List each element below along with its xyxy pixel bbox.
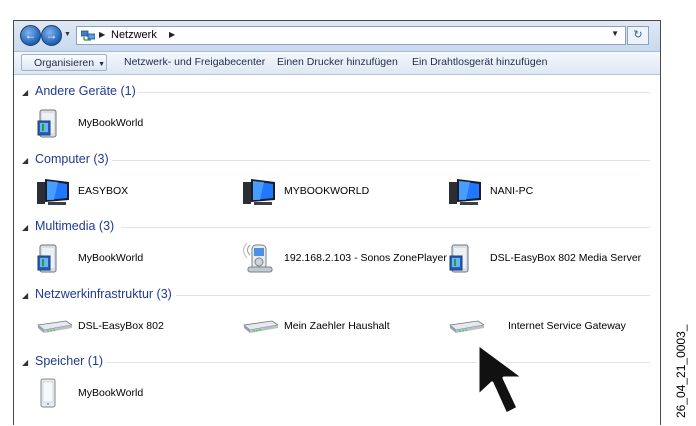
device-label: Internet Service Gateway [508, 320, 626, 332]
device-label: NANI-PC [490, 185, 534, 197]
group-divider [122, 227, 650, 228]
address-field[interactable]: ▶ Netzwerk ▶ ▼ [76, 26, 626, 45]
chevron-down-icon: ▼ [98, 61, 106, 68]
mouse-pointer-icon [476, 342, 526, 416]
group-divider [112, 160, 650, 161]
organize-button[interactable]: Organisieren ▼ [21, 54, 107, 71]
router-icon [243, 320, 278, 333]
device-label: Mein Zaehler Haushalt [284, 320, 390, 332]
computer-icon [37, 179, 69, 205]
collapse-triangle-icon[interactable]: ◢ [22, 358, 28, 367]
breadcrumb-netzwerk[interactable]: Netzwerk [111, 29, 157, 41]
figure-code: 26_04_21_0003_ [674, 324, 688, 418]
group-title: Computer (3) [35, 152, 109, 166]
group-header[interactable]: ◢ Multimedia (3) [14, 218, 660, 236]
group-header[interactable]: ◢ Andere Geräte (1) [14, 83, 660, 101]
organize-label: Organisieren [34, 57, 95, 69]
back-button[interactable]: ← [20, 25, 41, 46]
collapse-triangle-icon[interactable]: ◢ [22, 88, 28, 97]
device-label: EASYBOX [78, 185, 129, 197]
group-header[interactable]: ◢ Computer (3) [14, 151, 660, 169]
nas-drive-icon [37, 109, 57, 138]
add-wireless-device-button[interactable]: Ein Drahtlosgerät hinzufügen [406, 54, 553, 71]
refresh-icon: ↻ [633, 29, 643, 41]
device-label: MyBookWorld [78, 117, 144, 129]
storage-device-icon [40, 378, 56, 408]
computer-icon [449, 179, 481, 205]
breadcrumb-chevron-icon[interactable]: ▶ [169, 30, 175, 39]
device-label: MyBookWorld [78, 387, 144, 399]
media-server-icon [449, 244, 469, 273]
network-center-button[interactable]: Netzwerk- und Freigabecenter [118, 54, 271, 71]
collapse-triangle-icon[interactable]: ◢ [22, 223, 28, 232]
computer-icon [243, 179, 275, 205]
network-icon [81, 30, 95, 41]
group-divider [138, 92, 650, 93]
router-icon [37, 320, 72, 333]
explorer-window: ← → ▼ ▶ Netzwerk ▶ ▼ ↻ Organisieren ▼ Net… [13, 20, 661, 425]
group-divider [176, 295, 650, 296]
address-dropdown-icon[interactable]: ▼ [611, 29, 619, 38]
device-label: MyBookWorld [78, 252, 144, 264]
group-header[interactable]: ◢ Speicher (1) [14, 353, 660, 371]
device-label: MYBOOKWORLD [284, 185, 370, 197]
device-label: 192.168.2.103 - Sonos ZonePlayer [284, 252, 447, 264]
refresh-button[interactable]: ↻ [627, 26, 649, 45]
address-bar-area: ← → ▼ ▶ Netzwerk ▶ ▼ ↻ [14, 21, 660, 52]
arrow-left-icon: ← [24, 28, 37, 42]
group-title: Netzwerkinfrastruktur (3) [35, 287, 172, 301]
media-player-icon [243, 243, 273, 273]
group-title: Multimedia (3) [35, 219, 115, 233]
group-header[interactable]: ◢ Netzwerkinfrastruktur (3) [14, 286, 660, 304]
breadcrumb-chevron-icon[interactable]: ▶ [99, 30, 105, 39]
group-divider [106, 362, 650, 363]
group-title: Speicher (1) [35, 354, 104, 368]
device-label: DSL-EasyBox 802 [78, 320, 164, 332]
command-bar: Organisieren ▼ Netzwerk- und Freigabecent… [14, 52, 660, 75]
history-dropdown-icon[interactable]: ▼ [64, 31, 71, 38]
collapse-triangle-icon[interactable]: ◢ [22, 156, 28, 165]
arrow-right-icon: → [45, 28, 58, 42]
forward-button[interactable]: → [41, 25, 62, 46]
collapse-triangle-icon[interactable]: ◢ [22, 291, 28, 300]
media-server-icon [37, 244, 57, 273]
add-printer-button[interactable]: Einen Drucker hinzufügen [271, 54, 404, 71]
group-title: Andere Geräte (1) [35, 84, 136, 98]
device-label: DSL-EasyBox 802 Media Server [490, 252, 642, 264]
router-icon [449, 320, 484, 333]
